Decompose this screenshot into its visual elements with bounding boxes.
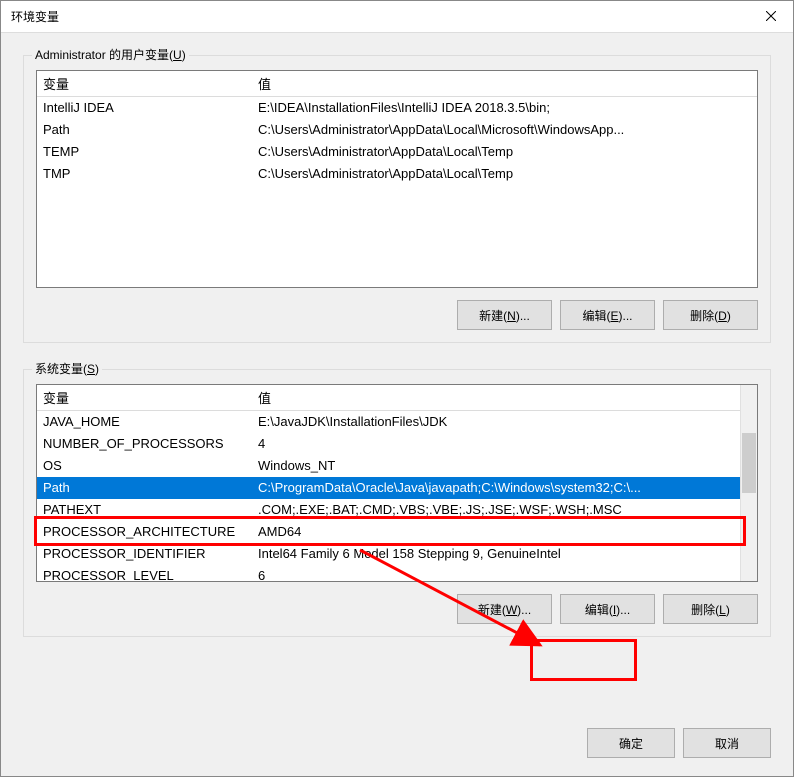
- cell-value: C:\Users\Administrator\AppData\Local\Mic…: [252, 119, 757, 141]
- system-table-scrollbar[interactable]: [740, 385, 757, 581]
- user-col-variable[interactable]: 变量: [37, 71, 252, 97]
- table-row[interactable]: PROCESSOR_IDENTIFIERIntel64 Family 6 Mod…: [37, 543, 740, 565]
- system-variables-legend: 系统变量(S): [32, 360, 102, 377]
- user-col-value[interactable]: 值: [252, 71, 757, 97]
- user-buttons-row: 新建(N)... 编辑(E)... 删除(D): [36, 300, 758, 330]
- titlebar: 环境变量: [1, 1, 793, 33]
- sys-col-variable[interactable]: 变量: [37, 385, 252, 411]
- cell-variable: Path: [37, 477, 252, 499]
- table-row[interactable]: IntelliJ IDEAE:\IDEA\InstallationFiles\I…: [37, 97, 757, 119]
- table-row[interactable]: NUMBER_OF_PROCESSORS4: [37, 433, 740, 455]
- user-new-button[interactable]: 新建(N)...: [457, 300, 552, 330]
- user-variables-group: Administrator 的用户变量(U) 变量 值 IntelliJ IDE…: [23, 55, 771, 343]
- cancel-button[interactable]: 取消: [683, 728, 771, 758]
- cell-value: Intel64 Family 6 Model 158 Stepping 9, G…: [252, 543, 740, 565]
- table-row[interactable]: PROCESSOR_LEVEL6: [37, 565, 740, 582]
- dialog-content: Administrator 的用户变量(U) 变量 值 IntelliJ IDE…: [1, 33, 793, 718]
- cell-variable: PATHEXT: [37, 499, 252, 521]
- system-delete-button[interactable]: 删除(L): [663, 594, 758, 624]
- cell-variable: PROCESSOR_LEVEL: [37, 565, 252, 582]
- cell-variable: PROCESSOR_ARCHITECTURE: [37, 521, 252, 543]
- scrollbar-thumb[interactable]: [742, 433, 756, 493]
- user-delete-button[interactable]: 删除(D): [663, 300, 758, 330]
- table-row[interactable]: OSWindows_NT: [37, 455, 740, 477]
- table-row[interactable]: JAVA_HOMEE:\JavaJDK\InstallationFiles\JD…: [37, 411, 740, 433]
- system-edit-button[interactable]: 编辑(I)...: [560, 594, 655, 624]
- user-edit-button[interactable]: 编辑(E)...: [560, 300, 655, 330]
- cell-value: E:\IDEA\InstallationFiles\IntelliJ IDEA …: [252, 97, 757, 119]
- cell-value: 4: [252, 433, 740, 455]
- table-row[interactable]: PATHEXT.COM;.EXE;.BAT;.CMD;.VBS;.VBE;.JS…: [37, 499, 740, 521]
- system-variables-table: 变量 值 JAVA_HOMEE:\JavaJDK\InstallationFil…: [37, 385, 740, 581]
- table-row[interactable]: PathC:\ProgramData\Oracle\Java\javapath;…: [37, 477, 740, 499]
- user-variables-legend: Administrator 的用户变量(U): [32, 46, 189, 63]
- close-icon: [766, 11, 776, 21]
- table-row[interactable]: PathC:\Users\Administrator\AppData\Local…: [37, 119, 757, 141]
- cell-value: Windows_NT: [252, 455, 740, 477]
- user-variables-table: 变量 值 IntelliJ IDEAE:\IDEA\InstallationFi…: [37, 71, 757, 185]
- cell-value: C:\ProgramData\Oracle\Java\javapath;C:\W…: [252, 477, 740, 499]
- cell-variable: PROCESSOR_IDENTIFIER: [37, 543, 252, 565]
- table-row[interactable]: TMPC:\Users\Administrator\AppData\Local\…: [37, 163, 757, 185]
- environment-variables-dialog: 环境变量 Administrator 的用户变量(U) 变量 值 Intelli…: [0, 0, 794, 777]
- system-new-button[interactable]: 新建(W)...: [457, 594, 552, 624]
- window-title: 环境变量: [11, 8, 59, 25]
- table-row[interactable]: PROCESSOR_ARCHITECTUREAMD64: [37, 521, 740, 543]
- system-variables-table-wrap[interactable]: 变量 值 JAVA_HOMEE:\JavaJDK\InstallationFil…: [36, 384, 758, 582]
- dialog-footer: 确定 取消: [1, 718, 793, 776]
- close-button[interactable]: [748, 1, 793, 31]
- cell-variable: TMP: [37, 163, 252, 185]
- cell-value: 6: [252, 565, 740, 582]
- cell-variable: OS: [37, 455, 252, 477]
- system-variables-group: 系统变量(S) 变量 值 JAVA_HOMEE:\JavaJDK\Install…: [23, 369, 771, 637]
- ok-button[interactable]: 确定: [587, 728, 675, 758]
- cell-variable: TEMP: [37, 141, 252, 163]
- cell-value: C:\Users\Administrator\AppData\Local\Tem…: [252, 141, 757, 163]
- cell-variable: Path: [37, 119, 252, 141]
- cell-value: .COM;.EXE;.BAT;.CMD;.VBS;.VBE;.JS;.JSE;.…: [252, 499, 740, 521]
- cell-value: C:\Users\Administrator\AppData\Local\Tem…: [252, 163, 757, 185]
- sys-col-value[interactable]: 值: [252, 385, 740, 411]
- table-row[interactable]: TEMPC:\Users\Administrator\AppData\Local…: [37, 141, 757, 163]
- system-buttons-row: 新建(W)... 编辑(I)... 删除(L): [36, 594, 758, 624]
- cell-variable: JAVA_HOME: [37, 411, 252, 433]
- cell-variable: IntelliJ IDEA: [37, 97, 252, 119]
- user-variables-table-wrap[interactable]: 变量 值 IntelliJ IDEAE:\IDEA\InstallationFi…: [36, 70, 758, 288]
- cell-value: AMD64: [252, 521, 740, 543]
- cell-value: E:\JavaJDK\InstallationFiles\JDK: [252, 411, 740, 433]
- cell-variable: NUMBER_OF_PROCESSORS: [37, 433, 252, 455]
